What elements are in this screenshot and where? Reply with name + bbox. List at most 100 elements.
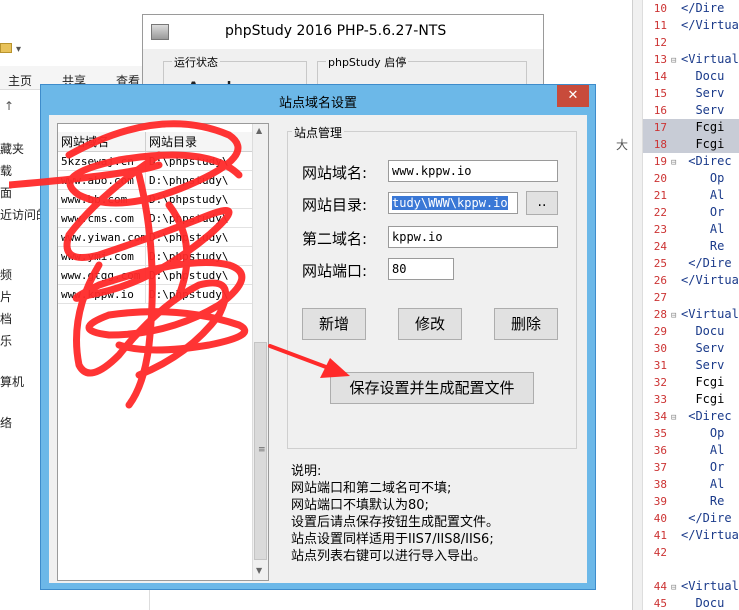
column-header-directory[interactable]: 网站目录 [146, 132, 254, 152]
nav-item-network[interactable]: 络 [0, 414, 12, 431]
code-line[interactable]: 36 Al [643, 442, 739, 459]
edit-button[interactable]: 修改 [398, 308, 462, 340]
code-line[interactable]: 23 Al [643, 221, 739, 238]
nav-item-favorites[interactable]: 藏夹 [0, 140, 24, 157]
code-line[interactable]: 33 Fcgi [643, 391, 739, 408]
code-line[interactable]: 27 [643, 289, 739, 306]
code-line[interactable]: 15 Serv [643, 85, 739, 102]
code-line[interactable]: 24 Re [643, 238, 739, 255]
code-line[interactable]: 25 </Dire [643, 255, 739, 272]
code-line[interactable]: 22 Or [643, 204, 739, 221]
save-and-generate-button[interactable]: 保存设置并生成配置文件 [330, 372, 534, 404]
code-line[interactable]: 42 [643, 544, 739, 561]
line-number: 24 [653, 240, 667, 253]
domain-input[interactable]: www.kppw.io [388, 160, 558, 182]
code-line[interactable]: 26 </Virtua [643, 272, 739, 289]
site-list-scrollbar[interactable]: ▲ ≡ ▼ [252, 124, 268, 580]
code-line[interactable]: 44 ⊟ <Virtual [643, 578, 739, 595]
code-text: Fcgi [681, 392, 725, 406]
code-line[interactable]: 11 </Virtua [643, 17, 739, 34]
code-line[interactable]: 32 Fcgi [643, 374, 739, 391]
code-line[interactable]: 28 ⊟ <Virtual [643, 306, 739, 323]
site-domain-dialog: 站点域名设置 ✕ 网站域名 网站目录 5kzsewaj.cn D:\phpstud… [9, 84, 596, 590]
row-domain-cell: www.yiwan.com [58, 228, 146, 247]
dialog-titlebar[interactable]: 站点域名设置 ✕ [41, 85, 595, 115]
site-list[interactable]: 网站域名 网站目录 5kzsewaj.cn D:\phpstudy\ www.abo… [57, 123, 269, 581]
back-arrow-icon[interactable]: ↑ [4, 99, 14, 113]
line-number: 42 [653, 546, 667, 559]
code-text: <Virtual [681, 579, 739, 593]
dialog-client-area: 网站域名 网站目录 5kzsewaj.cn D:\phpstudy\ www.abo… [9, 115, 587, 583]
column-header-domain[interactable]: 网站域名 [58, 132, 146, 152]
table-row[interactable]: www.yiwan.com D:\phpstudy\ [58, 228, 254, 247]
line-number: 27 [653, 291, 667, 304]
code-line[interactable]: 45 Docu [643, 595, 739, 610]
code-line[interactable]: 14 Docu [643, 68, 739, 85]
table-row[interactable]: www.abo.com D:\phpstudy\ [58, 171, 254, 190]
code-line[interactable]: 40 </Dire [643, 510, 739, 527]
code-text: Serv [681, 86, 725, 100]
nav-item-downloads[interactable]: 载 [0, 162, 12, 179]
table-row[interactable]: www.gtgg.com D:\phpstudy\ [58, 266, 254, 285]
line-number: 26 [653, 274, 667, 287]
quick-access-dropdown-icon[interactable]: ▾ [16, 44, 21, 55]
delete-button[interactable]: 删除 [494, 308, 558, 340]
table-row[interactable]: www.bb.com D:\phpstudy\ [58, 190, 254, 209]
scrollbar-thumb[interactable]: ≡ [254, 342, 267, 560]
code-text: Or [681, 205, 725, 219]
add-button[interactable]: 新增 [302, 308, 366, 340]
scroll-up-arrow-icon[interactable]: ▲ [256, 126, 262, 135]
nav-item-music[interactable]: 乐 [0, 332, 12, 349]
code-text: Or [681, 460, 725, 474]
code-line[interactable]: 29 Docu [643, 323, 739, 340]
code-line[interactable]: 18 Fcgi [643, 136, 739, 153]
directory-value-selected: tudy\WWW\kppw.io [392, 196, 508, 210]
close-button[interactable]: ✕ [557, 85, 589, 107]
table-row[interactable]: www.kppw.io D:\phpstudy\ [58, 285, 254, 304]
code-text: </Dire [681, 1, 725, 15]
port-input[interactable]: 80 [388, 258, 454, 280]
code-line[interactable]: 41 </Virtua [643, 527, 739, 544]
line-number: 19 [653, 155, 667, 168]
code-line[interactable]: 13 ⊟ <Virtual [643, 51, 739, 68]
code-line[interactable]: 35 Op [643, 425, 739, 442]
code-line[interactable]: 21 Al [643, 187, 739, 204]
table-row[interactable]: 5kzsewaj.cn D:\phpstudy\ [58, 152, 254, 171]
code-line[interactable]: 38 Al [643, 476, 739, 493]
line-number: 40 [653, 512, 667, 525]
code-editor-window: 10 </Dire 11 </Virtua 12 13 ⊟ <Virtual 14 Docu 15… [632, 0, 739, 610]
port-label: 网站端口: [302, 262, 368, 280]
code-line[interactable]: 30 Serv [643, 340, 739, 357]
code-line[interactable]: 31 Serv [643, 357, 739, 374]
nav-item-documents[interactable]: 档 [0, 310, 12, 327]
line-number: 37 [653, 461, 667, 474]
code-line[interactable]: 20 Op [643, 170, 739, 187]
code-text: </Virtua [681, 273, 739, 287]
second-domain-input[interactable]: kppw.io [388, 226, 558, 248]
line-number: 36 [653, 444, 667, 457]
nav-item-videos[interactable]: 频 [0, 266, 12, 283]
nav-item-computer[interactable]: 算机 [0, 373, 24, 390]
scroll-down-arrow-icon[interactable]: ▼ [256, 566, 262, 575]
table-row[interactable]: www.ymi.com D:\phpstudy\ [58, 247, 254, 266]
code-line[interactable]: 39 Re [643, 493, 739, 510]
line-number: 31 [653, 359, 667, 372]
nav-item-pictures[interactable]: 片 [0, 288, 12, 305]
code-line[interactable]: 16 Serv [643, 102, 739, 119]
code-line[interactable]: 19 ⊟ <Direc [643, 153, 739, 170]
code-line[interactable]: 10 </Dire [643, 0, 739, 17]
browse-button[interactable]: .. [526, 191, 558, 215]
code-line[interactable]: 12 [643, 34, 739, 51]
note-line: 设置后请点保存按钮生成配置文件。 [291, 515, 500, 530]
table-row[interactable]: www.cms.com D:\phpstudy\ [58, 209, 254, 228]
code-text: Op [681, 426, 725, 440]
directory-input[interactable]: tudy\WWW\kppw.io [388, 192, 518, 214]
code-line[interactable]: 37 Or [643, 459, 739, 476]
code-text: Docu [681, 596, 725, 610]
phpstudy-titlebar: phpStudy 2016 PHP-5.6.27-NTS [143, 15, 543, 49]
note-line: 站点设置同样适用于IIS7/IIS8/IIS6; [291, 532, 494, 547]
nav-item-desktop[interactable]: 面 [0, 184, 12, 201]
ribbon-tab-home[interactable]: 主页 [8, 72, 32, 89]
code-line[interactable]: 34 ⊟ <Direc [643, 408, 739, 425]
code-line[interactable]: 17 Fcgi [643, 119, 739, 136]
